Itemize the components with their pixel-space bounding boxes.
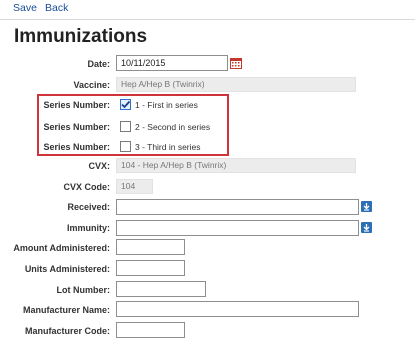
date-field[interactable] xyxy=(116,55,228,71)
download-arrow-icon[interactable] xyxy=(361,201,372,212)
cvx-value: 104 - Hep A/Hep B (Twinrix) xyxy=(116,158,356,173)
series-1-checkbox[interactable] xyxy=(120,99,131,110)
download-arrow-icon[interactable] xyxy=(361,222,372,233)
units-administered-label: Units Administered: xyxy=(24,264,110,274)
manufacturer-code-label: Manufacturer Code: xyxy=(24,326,110,336)
received-label: Received: xyxy=(67,202,110,212)
series-2-label: 2 - Second in series xyxy=(135,122,211,132)
manufacturer-name-label: Manufacturer Name: xyxy=(22,305,110,315)
vaccine-label: Vaccine: xyxy=(73,80,110,90)
toolbar-divider xyxy=(0,19,415,20)
amount-administered-input[interactable] xyxy=(116,239,185,255)
save-link[interactable]: Save xyxy=(13,2,37,14)
back-link[interactable]: Back xyxy=(45,2,68,14)
lot-number-input[interactable] xyxy=(116,281,206,297)
series-number-label: Series Number: xyxy=(43,122,110,132)
cvx-code-value: 104 xyxy=(116,179,153,194)
immunity-label: Immunity: xyxy=(66,223,110,233)
received-select[interactable] xyxy=(116,199,359,215)
lot-number-label: Lot Number: xyxy=(56,285,111,295)
cvx-code-label: CVX Code: xyxy=(63,182,110,192)
toolbar: Save Back xyxy=(0,0,415,20)
series-number-label: Series Number: xyxy=(43,100,110,110)
page-title: Immunizations xyxy=(14,26,148,47)
calendar-icon[interactable] xyxy=(230,56,242,69)
series-3-label: 3 - Third in series xyxy=(135,142,201,152)
series-1-label: 1 - First in series xyxy=(135,100,198,110)
units-administered-input[interactable] xyxy=(116,260,185,276)
series-2-checkbox[interactable] xyxy=(120,121,131,132)
series-3-checkbox[interactable] xyxy=(120,141,131,152)
amount-administered-label: Amount Administered: xyxy=(13,243,110,253)
manufacturer-code-input[interactable] xyxy=(116,322,185,338)
vaccine-value: Hep A/Hep B (Twinrix) xyxy=(116,77,356,92)
manufacturer-name-input[interactable] xyxy=(116,301,359,317)
date-label: Date: xyxy=(87,59,110,69)
series-number-label: Series Number: xyxy=(43,142,110,152)
immunity-select[interactable] xyxy=(116,220,359,236)
cvx-label: CVX: xyxy=(88,161,110,171)
